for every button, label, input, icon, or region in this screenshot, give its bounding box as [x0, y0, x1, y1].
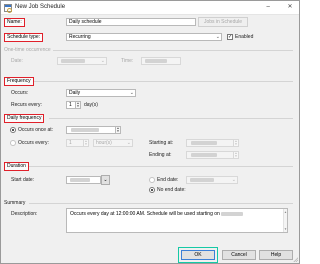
- occurs-once-label: Occurs once at:: [18, 127, 54, 133]
- starting-at-stepper[interactable]: ▲ ▼: [234, 139, 239, 147]
- chevron-down-icon: ⌄: [103, 177, 108, 183]
- description-textarea[interactable]: Occurs every day at 12:00:00 AM. Schedul…: [66, 208, 288, 233]
- redacted-time: [191, 141, 217, 145]
- schedule-type-label: Schedule type:: [4, 33, 44, 42]
- redacted-time: [191, 153, 217, 157]
- ending-at-input[interactable]: [186, 151, 234, 159]
- occurs-once-time-input[interactable]: [66, 126, 116, 134]
- frequency-section: Frequency: [4, 77, 34, 86]
- occurs-every-radio[interactable]: [10, 140, 16, 146]
- description-scrollbar[interactable]: [283, 209, 287, 232]
- occurs-select[interactable]: Daily ⌄: [66, 89, 136, 97]
- occurs-label: Occurs:: [11, 90, 29, 96]
- redacted-time: [145, 59, 167, 63]
- title-bar: New Job Schedule − ✕: [1, 1, 299, 15]
- no-end-date-label: No end date:: [157, 187, 186, 193]
- schedule-type-value: Recurring: [69, 34, 91, 40]
- starting-at-input[interactable]: [186, 139, 234, 147]
- minimize-icon[interactable]: −: [262, 2, 274, 13]
- recurs-every-label: Recurs every:: [11, 102, 42, 108]
- occurs-every-unit-value: hour(s): [96, 140, 112, 146]
- daily-frequency-section: Daily frequency: [4, 114, 45, 123]
- end-date-picker[interactable]: ⌄: [186, 176, 238, 184]
- end-date-label: End date:: [157, 177, 179, 183]
- redacted-time: [71, 128, 99, 132]
- calendar-icon: [4, 4, 12, 13]
- new-job-schedule-dialog: New Job Schedule − ✕ Name: Daily schedul…: [0, 0, 300, 264]
- occurs-value: Daily: [69, 90, 81, 96]
- schedule-type-select[interactable]: Recurring ⌄: [66, 33, 222, 41]
- date-label: Date:: [11, 58, 23, 64]
- name-label: Name:: [4, 18, 25, 27]
- start-date-label: Start date:: [11, 177, 35, 183]
- end-date-radio[interactable]: [149, 177, 155, 183]
- chevron-down-icon: ⌄: [100, 58, 105, 64]
- occurs-every-input[interactable]: 1: [66, 139, 84, 147]
- redacted-date: [70, 178, 90, 182]
- one-time-occurrence-section: One-time occurrence: [4, 47, 51, 53]
- one-time-time-input[interactable]: [141, 57, 181, 65]
- ending-at-label: Ending at:: [149, 152, 172, 158]
- cancel-button[interactable]: Cancel: [222, 250, 256, 260]
- resize-grip[interactable]: [293, 257, 298, 262]
- enabled-checkbox[interactable]: ✓: [227, 34, 233, 40]
- window-title: New Job Schedule: [15, 4, 66, 10]
- occurs-every-unit-select[interactable]: hour(s) ⌄: [93, 139, 133, 147]
- recurs-unit-label: day(s): [84, 102, 98, 108]
- enabled-label: Enabled: [235, 34, 254, 40]
- ending-at-stepper[interactable]: ▲ ▼: [234, 151, 239, 159]
- occurs-every-label: Occurs every:: [18, 140, 49, 146]
- starting-at-label: Starting at:: [149, 140, 174, 146]
- redacted-date: [221, 211, 244, 216]
- duration-section: Duration: [4, 162, 29, 171]
- no-end-date-radio[interactable]: [149, 187, 155, 193]
- help-button[interactable]: Help: [259, 250, 293, 260]
- summary-section: Summary: [4, 200, 26, 206]
- redacted-date: [61, 59, 85, 63]
- time-label: Time:: [121, 58, 134, 64]
- recurs-every-input[interactable]: 1: [66, 101, 76, 109]
- calendar-dropdown-button[interactable]: ⌄: [101, 175, 110, 185]
- occurs-once-time-stepper[interactable]: ▲ ▼: [116, 126, 121, 134]
- close-icon[interactable]: ✕: [284, 2, 296, 13]
- description-label: Description:: [11, 211, 38, 217]
- start-date-picker[interactable]: [66, 176, 101, 184]
- description-text: Occurs every day at 12:00:00 AM. Schedul…: [70, 211, 220, 217]
- redacted-date: [190, 178, 214, 182]
- recurs-every-stepper[interactable]: ▲ ▼: [76, 101, 81, 109]
- chevron-down-icon: ⌄: [129, 90, 134, 96]
- jobs-in-schedule-button[interactable]: Jobs in Schedule: [198, 17, 248, 27]
- name-input[interactable]: Daily schedule: [66, 18, 196, 26]
- occurs-once-radio[interactable]: [10, 127, 16, 133]
- occurs-every-stepper[interactable]: ▲ ▼: [84, 139, 89, 147]
- section-divider: [53, 50, 293, 51]
- section-divider: [29, 203, 293, 204]
- section-divider: [34, 81, 293, 82]
- one-time-date-picker[interactable]: ⌄: [57, 57, 107, 65]
- chevron-down-icon: ⌄: [231, 177, 236, 183]
- section-divider: [49, 118, 293, 119]
- section-divider: [29, 166, 293, 167]
- ok-button[interactable]: OK: [181, 250, 215, 260]
- chevron-down-icon: ⌄: [215, 34, 220, 40]
- chevron-down-icon: ⌄: [126, 140, 131, 146]
